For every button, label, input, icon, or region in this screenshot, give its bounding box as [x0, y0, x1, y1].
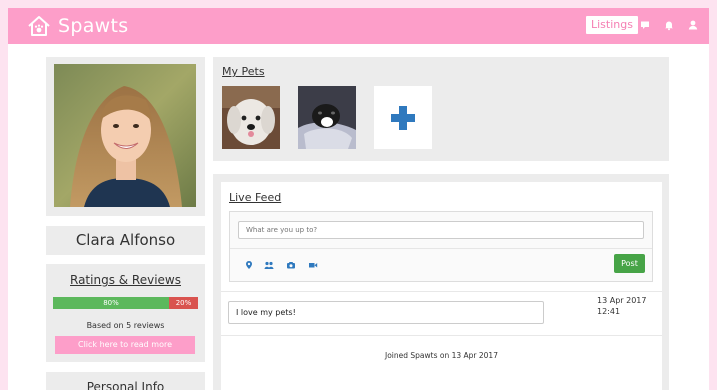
feed-divider [221, 291, 662, 292]
pet-photo-puppy[interactable] [298, 86, 356, 149]
navbar: Spawts Listings [8, 8, 709, 44]
user-icon[interactable] [687, 19, 699, 31]
composer-divider [230, 248, 652, 249]
live-feed-panel: Live Feed What are you up to? Post I lov… [213, 174, 669, 390]
ratings-panel: Ratings & Reviews 80% 20% Based on 5 rev… [46, 264, 205, 362]
feed-post-text: I love my pets! [228, 301, 544, 324]
reviews-count: Based on 5 reviews [86, 321, 165, 330]
status-input[interactable] [238, 221, 644, 239]
brand-name: Spawts [58, 15, 129, 37]
ratings-title[interactable]: Ratings & Reviews [46, 273, 205, 287]
profile-name: Clara Alfonso [75, 231, 176, 249]
feed-joined-message: Joined Spawts on 13 Apr 2017 [385, 351, 498, 360]
video-icon[interactable] [308, 260, 318, 270]
app-frame: Spawts Listings Clara Alfonso Ratings & … [8, 8, 709, 390]
chat-icon[interactable] [639, 19, 651, 31]
feed-divider [221, 335, 662, 336]
camera-icon[interactable] [286, 260, 296, 270]
my-pets-title: My Pets [222, 65, 265, 78]
rating-bar-negative: 20% [169, 297, 198, 309]
profile-photo[interactable] [54, 64, 196, 207]
profile-name-panel: Clara Alfonso [46, 226, 205, 255]
feed-post-date: 13 Apr 2017 [597, 296, 647, 305]
location-icon[interactable] [244, 260, 254, 270]
people-icon[interactable] [264, 260, 274, 270]
nav-listings-link[interactable]: Listings [586, 16, 638, 34]
feed-post-timestamp: 13 Apr 2017 12:41 [597, 295, 646, 317]
my-pets-panel: My Pets [213, 57, 669, 161]
live-feed-content: Live Feed What are you up to? Post I lov… [221, 182, 662, 390]
brand-logo[interactable]: Spawts [26, 13, 128, 39]
home-paw-icon [28, 16, 50, 36]
bell-icon[interactable] [663, 19, 675, 31]
read-reviews-button[interactable]: Click here to read more [55, 336, 195, 354]
post-composer: Post [229, 211, 653, 282]
personal-info-title: Personal Info [86, 380, 165, 390]
plus-icon [391, 106, 415, 130]
rating-bar-positive: 80% [53, 297, 169, 309]
pet-photo-white-dog[interactable] [222, 86, 280, 149]
profile-photo-panel [46, 57, 205, 216]
personal-info-panel: Personal Info [46, 372, 205, 390]
live-feed-title: Live Feed [229, 191, 282, 204]
add-pet-button[interactable] [374, 86, 432, 149]
feed-post-time: 12:41 [597, 307, 621, 316]
rating-bar: 80% 20% [53, 297, 198, 309]
post-button[interactable]: Post [614, 254, 645, 273]
